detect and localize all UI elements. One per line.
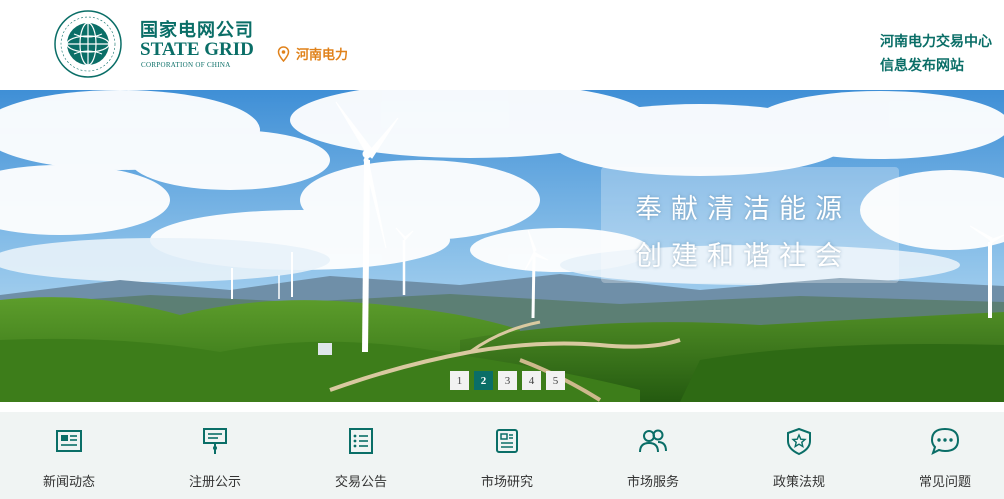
slogan-line-2: 创建和谐社会 bbox=[635, 241, 851, 272]
newspaper-icon bbox=[56, 430, 82, 452]
nav-label-market-service: 市场服务 bbox=[626, 475, 679, 490]
chat-bubble-icon bbox=[930, 427, 960, 455]
nav-item-faq[interactable]: 常见问题 bbox=[890, 412, 1000, 499]
users-icon bbox=[639, 429, 667, 453]
hero-banner[interactable]: 奉献清洁能源 创建和谐社会 1 2 3 4 5 bbox=[0, 90, 1004, 402]
site-title: 河南电力交易中心 信息发布网站 bbox=[880, 30, 1004, 78]
location-pin-icon bbox=[277, 45, 290, 62]
site-header: 国家电网公司 STATE GRID CORPORATION OF CHINA 河… bbox=[0, 0, 1004, 90]
pager-page-4[interactable]: 4 bbox=[522, 371, 541, 390]
pager-page-3[interactable]: 3 bbox=[498, 371, 517, 390]
nav-item-market-service[interactable]: 市场服务 bbox=[598, 412, 708, 499]
logo-subtitle: CORPORATION OF CHINA bbox=[141, 61, 231, 69]
shield-star-icon bbox=[787, 427, 811, 456]
quick-nav-bar: 新闻动态 注册公示 交易公告 市场研究 市场服务 政策法规 常见问题 bbox=[0, 402, 1004, 499]
nav-label-policy: 政策法规 bbox=[772, 475, 825, 490]
pager-page-1[interactable]: 1 bbox=[450, 371, 469, 390]
nav-label-registration: 注册公示 bbox=[188, 475, 241, 490]
site-title-line2: 信息发布网站 bbox=[880, 58, 964, 74]
nav-item-registration[interactable]: 注册公示 bbox=[160, 412, 270, 499]
report-icon bbox=[496, 429, 518, 453]
nav-item-policy[interactable]: 政策法规 bbox=[744, 412, 854, 499]
nav-label-market-research: 市场研究 bbox=[480, 475, 533, 490]
nav-label-faq: 常见问题 bbox=[918, 475, 971, 490]
location-label: 河南电力 bbox=[296, 48, 349, 63]
nav-item-trade-notice[interactable]: 交易公告 bbox=[306, 412, 416, 499]
location-selector[interactable]: 河南电力 bbox=[277, 44, 348, 63]
pager-page-5[interactable]: 5 bbox=[546, 371, 565, 390]
carousel-pager: 1 2 3 4 5 bbox=[450, 371, 565, 390]
nav-item-market-research[interactable]: 市场研究 bbox=[452, 412, 562, 499]
logo-english-name[interactable]: STATE GRID bbox=[140, 39, 254, 61]
site-title-line1: 河南电力交易中心 bbox=[880, 34, 992, 50]
signboard-icon bbox=[203, 428, 227, 454]
list-icon bbox=[349, 428, 373, 454]
nav-label-trade-notice: 交易公告 bbox=[334, 475, 387, 490]
state-grid-emblem-icon[interactable] bbox=[54, 10, 122, 78]
slogan-line-1: 奉献清洁能源 bbox=[635, 194, 851, 225]
pager-page-2[interactable]: 2 bbox=[474, 371, 493, 390]
nav-item-news[interactable]: 新闻动态 bbox=[14, 412, 124, 499]
nav-label-news: 新闻动态 bbox=[42, 475, 95, 490]
slogan-panel: 奉献清洁能源 创建和谐社会 bbox=[601, 167, 899, 283]
